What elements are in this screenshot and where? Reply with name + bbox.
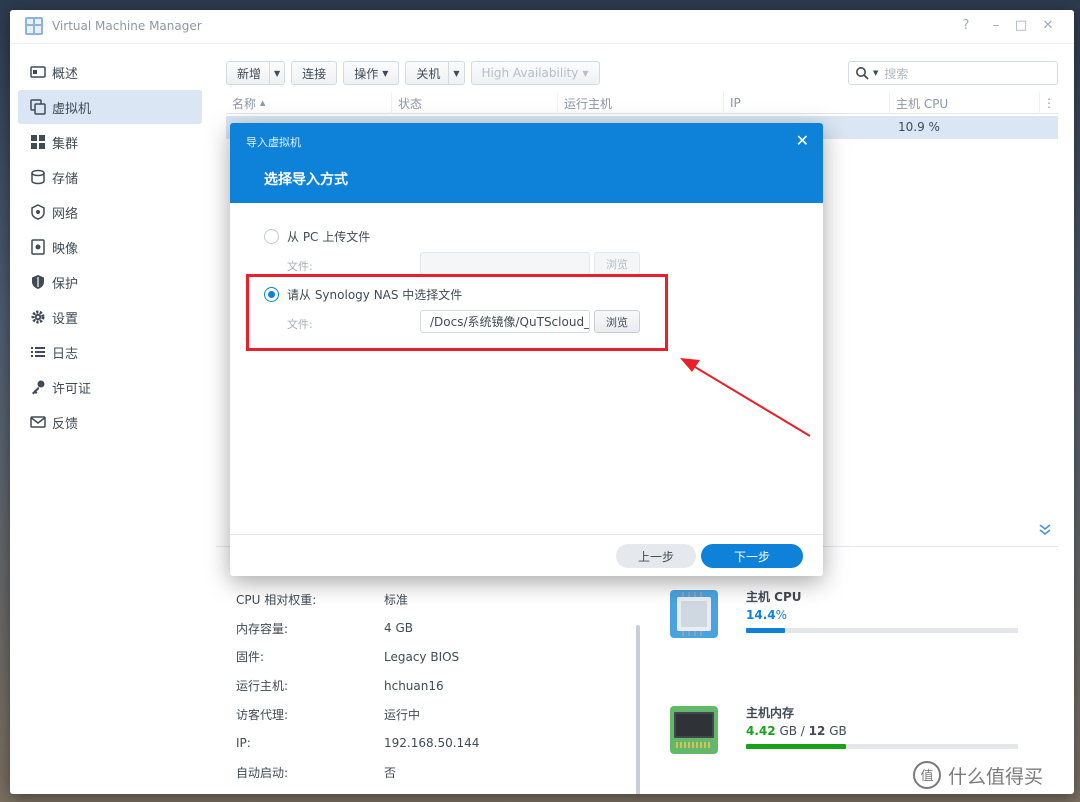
pc-file-input xyxy=(420,252,590,275)
dialog-footer: 上一步 下一步 xyxy=(230,534,823,576)
modal-overlay: 导入虚拟机 ✕ 选择导入方式 从 PC 上传文件 文件: 浏览 请从 Synol… xyxy=(0,0,1080,802)
watermark: 值 什么值得买 xyxy=(912,760,1043,790)
watermark-logo-icon: 值 xyxy=(913,761,941,789)
dialog-title: 导入虚拟机 xyxy=(246,136,301,149)
import-vm-dialog: 导入虚拟机 ✕ 选择导入方式 从 PC 上传文件 文件: 浏览 请从 Synol… xyxy=(230,123,823,576)
annotation-arrow-icon xyxy=(680,358,811,437)
dialog-close-icon[interactable]: ✕ xyxy=(796,131,809,150)
pc-file-label: 文件: xyxy=(287,260,313,273)
dialog-step-title: 选择导入方式 xyxy=(264,172,348,188)
option-upload-from-pc[interactable]: 从 PC 上传文件 xyxy=(264,228,370,245)
dialog-header: 导入虚拟机 ✕ 选择导入方式 xyxy=(230,123,823,203)
radio-upload-from-pc[interactable] xyxy=(264,229,279,244)
previous-step-button[interactable]: 上一步 xyxy=(616,544,696,568)
watermark-text: 什么值得买 xyxy=(948,765,1044,788)
svg-text:值: 值 xyxy=(920,768,933,784)
annotation-highlight-box xyxy=(246,274,668,351)
pc-browse-button: 浏览 xyxy=(594,252,640,275)
next-step-button[interactable]: 下一步 xyxy=(701,544,803,568)
option-upload-from-pc-label: 从 PC 上传文件 xyxy=(287,230,371,244)
